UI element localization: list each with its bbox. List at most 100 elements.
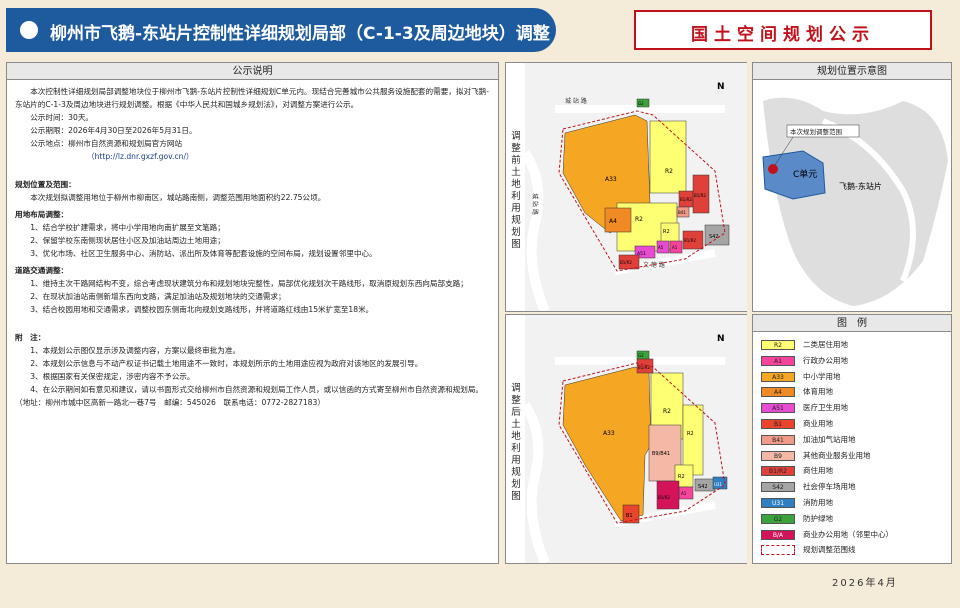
parcel-label: R2 xyxy=(665,168,673,175)
parcel-label: R2 xyxy=(635,216,643,223)
before-landuse-map: 城 站 路 城 站 路 文 笔 路 N A33 R2 R2 A4 R2 B1/R… xyxy=(525,63,747,311)
landuse-item: 2、保留学校东南侧现状居住小区及加油站周边土地用途； xyxy=(30,236,225,245)
legend-label: 商业用地 xyxy=(803,419,833,428)
page-title: 柳州市飞鹅-东站片控制性详细规划局部（C-1-3及周边地块）调整 xyxy=(50,24,550,44)
after-landuse-map-panel: 调整后土地利用规划图 N A33 R2 R2 B9/B41 R2 A1 B1/R… xyxy=(505,314,747,564)
parcel-label: A1 xyxy=(681,491,687,496)
parcel-label: B1/R2 xyxy=(694,193,706,198)
parcel-r2 xyxy=(682,404,704,476)
legend-label: 规划调整范围线 xyxy=(803,545,856,555)
period-text: 公示时间：30天。 xyxy=(30,113,94,122)
road-label-west: 城 站 路 xyxy=(531,193,539,215)
legend-swatch: B/A xyxy=(761,529,795,540)
landuse-item: 3、优化市场、社区卫生服务中心、消防站、派出所及体育等配套设施的空间布局，规划设… xyxy=(30,249,377,258)
parcel-label: B9/B41 xyxy=(652,451,670,457)
legend-label: 体育用地 xyxy=(803,387,833,397)
legend-swatch: A4 xyxy=(761,387,795,398)
north-arrow-icon: N xyxy=(717,82,725,92)
legend-label: 消防用地 xyxy=(803,498,833,507)
parcel-label: B1/R2 xyxy=(684,238,696,243)
unit-label: C单元 xyxy=(793,168,817,180)
landuse-item: 1、结合学校扩建需求，将中小学用地向南扩展至文笔路； xyxy=(30,223,225,232)
road-label-south: 文 笔 路 xyxy=(643,261,665,269)
legend-label: 加油加气站用地 xyxy=(803,434,856,444)
parcel-r2 xyxy=(649,120,687,194)
legend-swatch: A51 xyxy=(761,403,795,414)
after-landuse-map: N A33 R2 R2 B9/B41 R2 A1 B1/R2 B1 G2 S42… xyxy=(525,315,747,563)
parcel-label: R2 xyxy=(663,229,670,235)
legend-swatch: G2 xyxy=(761,513,795,524)
road-item: 2、在现状加油站南侧新增东西向支路，满足加油站及规划地块的交通需求； xyxy=(30,292,286,301)
before-map-label: 调整前土地利用规划图 xyxy=(511,131,521,250)
publish-date: 2026年4月 xyxy=(832,578,898,589)
after-map-label: 调整后土地利用规划图 xyxy=(511,383,521,502)
road-label-north: 城 站 路 xyxy=(565,97,587,105)
legend-swatch xyxy=(761,545,795,556)
place-text: 公示地点：柳州市自然资源和规划局官方网站 xyxy=(30,139,183,148)
parcel-label: G2 xyxy=(638,101,644,106)
parcel-label: R2 xyxy=(687,431,694,437)
notice-panel-title: 公示说明 xyxy=(7,63,498,80)
callout-text: 本次规划调整范围 xyxy=(790,127,842,136)
legend-swatch: S42 xyxy=(761,482,795,493)
parcel-label: R2 xyxy=(678,474,685,480)
location-panel-title: 规划位置示意图 xyxy=(753,63,951,80)
landuse-heading: 用地布局调整： xyxy=(15,210,69,219)
north-arrow-icon: N xyxy=(717,334,725,344)
parcel-label: A33 xyxy=(603,430,615,437)
area-label: 飞鹅-东站片 xyxy=(839,181,882,191)
legend-swatch: B1/R2 xyxy=(761,466,795,477)
road-item: 1、维持主次干路网结构不变，综合考虑现状建筑分布和规划地块完整性，局部优化规划次… xyxy=(30,279,468,288)
legend-swatch: B1 xyxy=(761,419,795,429)
parcel-label: G2 xyxy=(638,353,644,358)
legend-swatch: B41 xyxy=(761,434,795,445)
notice-panel: 公示说明 本次控制性详细规划局部调整地块位于柳州市飞鹅-东站片控制性详细规划C单… xyxy=(6,62,499,564)
notes-heading: 附 注： xyxy=(15,333,46,342)
notice-body: 本次控制性详细规划局部调整地块位于柳州市飞鹅-东站片控制性详细规划C单元内。现结… xyxy=(15,85,491,409)
page-header: 柳州市飞鹅-东站片控制性详细规划局部（C-1-3及周边地块）调整 国土空间规划公… xyxy=(0,0,960,60)
note-item: 3、根据国家有关保密规定，涉密内容不予公示。 xyxy=(30,372,195,381)
parcel-label: B1/R2 xyxy=(620,260,632,265)
location-panel: 规划位置示意图 本次规划调整范围 C单元 飞鹅-东站片 xyxy=(752,62,952,312)
parcel-label: S42 xyxy=(709,234,719,240)
legend-swatch: U31 xyxy=(761,498,795,508)
legend-swatch: B9 xyxy=(761,450,795,461)
title-bullet-icon xyxy=(20,21,38,39)
legend-swatch: R2 xyxy=(761,340,795,350)
parcel-label: B1/R2 xyxy=(638,365,650,370)
note-item: 1、本规划公示图仅显示涉及调整内容，方案以最终审批为准。 xyxy=(30,346,241,355)
note-item: 4、在公示期间如有意见和建议，请以书面形式交给柳州市自然资源和规划局工作人员，或… xyxy=(15,385,484,407)
scope-heading: 规划位置及范围： xyxy=(15,180,76,189)
scope-text: 本次规划拟调整用地位于柳州市柳南区，城站路南侧，调整范围用地面积约22.75公顷… xyxy=(30,193,326,202)
legend-panel: 图 例 R2 二类居住用地 A1 行政办公用地 A33 中小学用地 A4 体育用地 A51 医疗卫… xyxy=(752,314,952,564)
legend-label: 防护绿地 xyxy=(803,513,833,523)
parcel-label: R2 xyxy=(663,408,671,415)
parcel-label: B1/R2 xyxy=(658,495,670,500)
parcel-label: A1 xyxy=(672,245,678,250)
parcel-label: B41 xyxy=(678,210,686,215)
notice-title: 国土空间规划公示 xyxy=(691,25,875,45)
parcel-label: A33 xyxy=(605,176,617,183)
parcel-label: B1/R2 xyxy=(680,197,692,202)
intro-text: 本次控制性详细规划局部调整地块位于柳州市飞鹅-东站片控制性详细规划C单元内。现结… xyxy=(15,87,489,109)
note-item: 2、本规划公示信息与不动产权证书记载土地用途不一致时，本规划所示的土地用途应视为… xyxy=(30,359,423,368)
legend-label: 二类居住用地 xyxy=(803,340,848,349)
road-heading: 道路交通调整： xyxy=(15,266,69,275)
legend-label: 商住用地 xyxy=(803,466,833,476)
legend-label: 商业办公用地（邻里中心） xyxy=(803,529,893,539)
location-map: 本次规划调整范围 C单元 飞鹅-东站片 xyxy=(753,81,951,311)
legend-label: 其他商业服务业用地 xyxy=(803,450,871,460)
adjustment-site-marker xyxy=(768,164,778,174)
parcel-label: B1 xyxy=(626,513,633,519)
parcel-label: A5 xyxy=(658,245,664,250)
parcel-label: S42 xyxy=(698,484,708,490)
parcel-label: A4 xyxy=(609,218,617,225)
notice-stamp: 国土空间规划公示 xyxy=(634,10,932,50)
legend-swatch: A33 xyxy=(761,371,795,382)
before-landuse-map-panel: 调整前土地利用规划图 城 站 路 城 站 路 文 笔 路 N A33 R2 R2… xyxy=(505,62,747,312)
website-link[interactable]: （http://lz.dnr.gxzf.gov.cn/） xyxy=(15,150,491,163)
road-item: 3、结合校园用地和交通需求，调整校园东侧南北向规划支路线形，并将道路红线由15米… xyxy=(30,305,374,314)
legend-label: 医疗卫生用地 xyxy=(803,403,848,413)
dates-text: 公示期限：2026年4月30日至2026年5月31日。 xyxy=(30,126,197,135)
parcel-label: U31 xyxy=(714,482,722,487)
